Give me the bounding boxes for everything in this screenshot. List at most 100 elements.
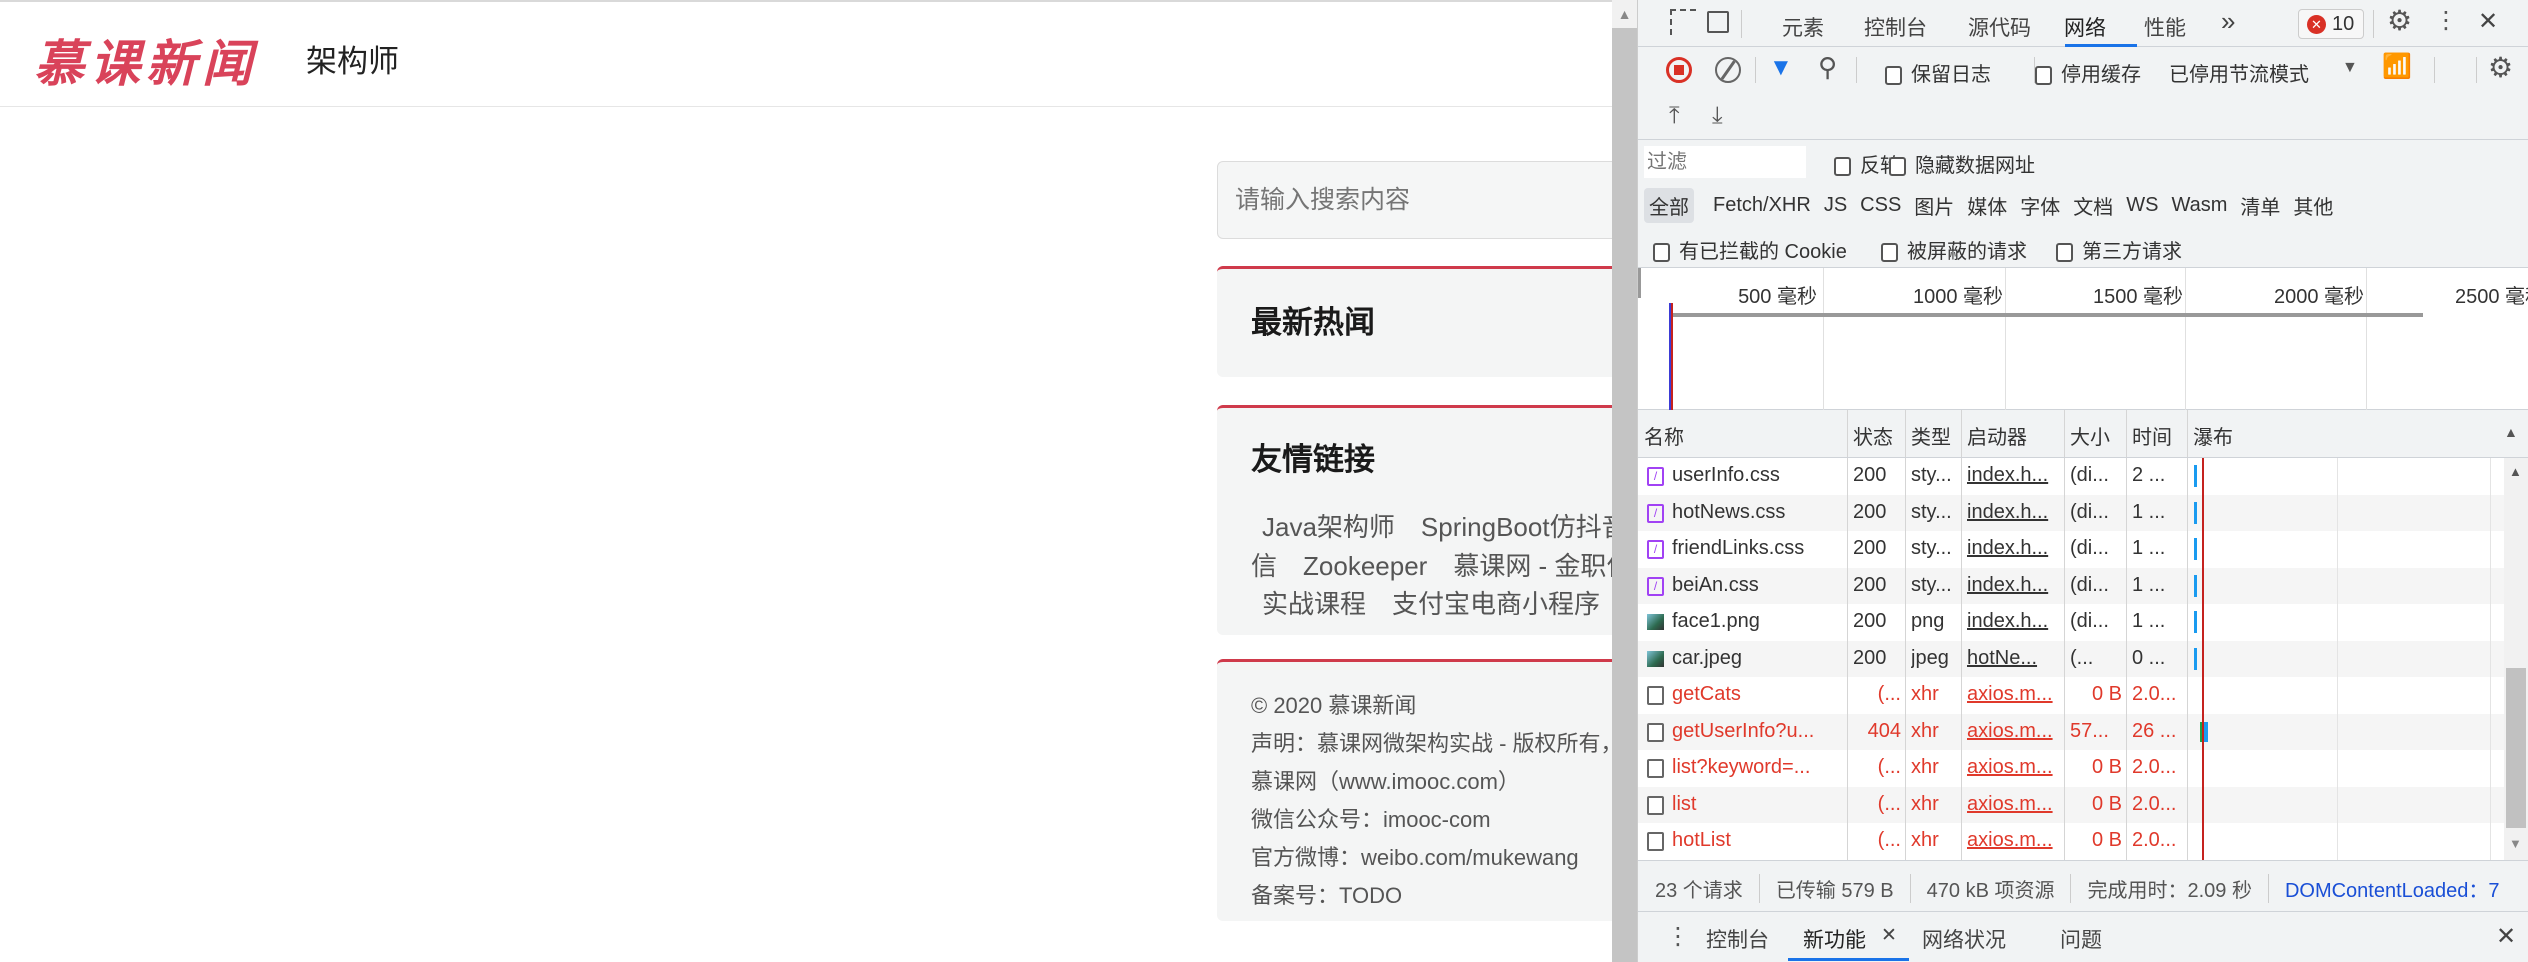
- network-settings-gear-icon[interactable]: ⚙: [2488, 51, 2513, 84]
- drawer-tab-network-conditions[interactable]: 网络状况: [1922, 924, 2006, 954]
- checkbox[interactable]: [1834, 157, 1851, 177]
- cell-initiator[interactable]: index.h...: [1967, 501, 2060, 524]
- filter-icon[interactable]: ▼: [1769, 54, 1793, 82]
- cell-name[interactable]: face1.png: [1672, 610, 1842, 633]
- cell-name[interactable]: friendLinks.css: [1672, 537, 1842, 560]
- checkbox[interactable]: [2056, 243, 2073, 263]
- friend-link[interactable]: 慕课网 - 金职位: [1453, 551, 1612, 581]
- cell-initiator[interactable]: axios.m...: [1967, 720, 2060, 743]
- cell-initiator[interactable]: index.h...: [1967, 464, 2060, 487]
- friend-link[interactable]: 信: [1251, 551, 1277, 581]
- import-har-icon[interactable]: ⤒: [1669, 102, 1680, 130]
- blocked-requests-checkbox[interactable]: 被屏蔽的请求: [1881, 235, 2027, 264]
- type-filter-5[interactable]: 媒体: [1967, 191, 2007, 220]
- cell-name[interactable]: list?keyword=...: [1672, 756, 1842, 779]
- request-row[interactable]: / friendLinks.css 200 sty... index.h... (di..…: [1638, 531, 2504, 568]
- tab-elements[interactable]: 元素: [1782, 12, 1824, 42]
- column-header[interactable]: 名称: [1644, 421, 1684, 450]
- type-filter-8[interactable]: WS: [2126, 194, 2158, 217]
- column-header[interactable]: 时间: [2132, 421, 2172, 450]
- search-icon[interactable]: ⚲: [1818, 52, 1837, 83]
- disable-cache-checkbox[interactable]: 停用缓存: [2035, 58, 2141, 87]
- page-scrollbar[interactable]: ▲: [1612, 0, 1637, 962]
- clear-icon[interactable]: [1715, 57, 1741, 83]
- type-filter-10[interactable]: 清单: [2240, 191, 2280, 220]
- checkbox[interactable]: [1885, 66, 1902, 86]
- cell-initiator[interactable]: axios.m...: [1967, 829, 2060, 852]
- request-row[interactable]: / hotNews.css 200 sty... index.h... (di... 1 .…: [1638, 494, 2504, 531]
- friend-link[interactable]: SpringBoot仿抖音: [1421, 512, 1612, 542]
- cell-initiator[interactable]: axios.m...: [1967, 756, 2060, 779]
- scroll-up-icon[interactable]: ▲: [1612, 0, 1637, 28]
- scroll-up-icon[interactable]: ▲: [2509, 464, 2522, 479]
- close-drawer-icon[interactable]: ✕: [2496, 922, 2516, 951]
- scroll-thumb[interactable]: [2506, 668, 2526, 828]
- type-filter-7[interactable]: 文档: [2073, 191, 2113, 220]
- cell-name[interactable]: hotList: [1672, 829, 1842, 852]
- checkbox[interactable]: [1889, 157, 1906, 177]
- type-filter-1[interactable]: Fetch/XHR: [1713, 194, 1811, 217]
- drawer-tab-console[interactable]: 控制台: [1706, 924, 1769, 954]
- third-party-checkbox[interactable]: 第三方请求: [2056, 235, 2182, 264]
- column-header[interactable]: 启动器: [1967, 421, 2027, 450]
- error-badge[interactable]: ✕ 10: [2298, 9, 2364, 39]
- export-har-icon[interactable]: ⤓: [1712, 102, 1723, 130]
- request-row[interactable]: hotList (... xhr axios.m... 0 B 2.0...: [1638, 823, 2504, 860]
- sort-ascending-icon[interactable]: ▲: [2504, 424, 2518, 440]
- cell-name[interactable]: car.jpeg: [1672, 647, 1842, 670]
- scroll-down-icon[interactable]: ▼: [2509, 836, 2522, 851]
- request-row[interactable]: getUserInfo?u... 404 xhr axios.m... 57... 26 …: [1638, 713, 2504, 750]
- search-input[interactable]: [1217, 161, 1612, 239]
- more-tabs-icon[interactable]: »: [2221, 6, 2235, 37]
- friend-link[interactable]: Java架构师: [1262, 512, 1395, 542]
- cell-initiator[interactable]: hotNe...: [1967, 647, 2060, 670]
- type-filter-11[interactable]: 其他: [2293, 191, 2333, 220]
- cell-initiator[interactable]: index.h...: [1967, 574, 2060, 597]
- throttling-select[interactable]: 已停用节流模式: [2169, 58, 2309, 87]
- type-filter-6[interactable]: 字体: [2020, 191, 2060, 220]
- nav-item-architect[interactable]: 架构师: [306, 36, 399, 81]
- close-tab-icon[interactable]: ✕: [1881, 924, 1897, 947]
- checkbox[interactable]: [2035, 66, 2052, 86]
- chevron-down-icon[interactable]: ▼: [2342, 59, 2358, 77]
- request-row[interactable]: list (... xhr axios.m... 0 B 2.0...: [1638, 786, 2504, 823]
- record-stop-icon[interactable]: [1666, 57, 1692, 83]
- hide-data-urls-checkbox[interactable]: 隐藏数据网址: [1889, 149, 2035, 178]
- blocked-cookies-checkbox[interactable]: 有已拦截的 Cookie: [1653, 235, 1847, 264]
- tab-network[interactable]: 网络: [2064, 12, 2106, 42]
- request-row[interactable]: car.jpeg 200 jpeg hotNe... (... 0 ...: [1638, 640, 2504, 677]
- request-row[interactable]: list?keyword=... (... xhr axios.m... 0 B 2.0.…: [1638, 750, 2504, 787]
- drawer-menu-icon[interactable]: ⋮: [1666, 922, 1690, 951]
- type-filter-0[interactable]: 全部: [1644, 188, 1694, 223]
- type-filter-2[interactable]: JS: [1824, 194, 1847, 217]
- column-header[interactable]: 状态: [1853, 421, 1893, 450]
- cell-name[interactable]: getCats: [1672, 683, 1842, 706]
- friend-link[interactable]: 支付宝电商小程序: [1392, 589, 1600, 619]
- column-header[interactable]: 大小: [2070, 421, 2110, 450]
- drawer-tab-issues[interactable]: 问题: [2060, 924, 2102, 954]
- request-row[interactable]: / userInfo.css 200 sty... index.h... (di... 2 …: [1638, 458, 2504, 495]
- cell-initiator[interactable]: axios.m...: [1967, 793, 2060, 816]
- close-devtools-icon[interactable]: ✕: [2478, 7, 2498, 36]
- column-header[interactable]: 类型: [1911, 421, 1951, 450]
- site-logo[interactable]: 慕课新闻: [34, 24, 258, 96]
- cell-name[interactable]: list: [1672, 793, 1842, 816]
- drawer-tab-whats-new[interactable]: 新功能: [1803, 924, 1866, 954]
- request-row[interactable]: face1.png 200 png index.h... (di... 1 ...: [1638, 604, 2504, 641]
- cell-name[interactable]: beiAn.css: [1672, 574, 1842, 597]
- settings-gear-icon[interactable]: ⚙: [2387, 4, 2412, 37]
- tab-sources[interactable]: 源代码: [1968, 12, 2031, 42]
- cell-name[interactable]: getUserInfo?u...: [1672, 720, 1842, 743]
- request-row[interactable]: getCats (... xhr axios.m... 0 B 2.0...: [1638, 677, 2504, 714]
- cell-initiator[interactable]: index.h...: [1967, 610, 2060, 633]
- cell-name[interactable]: userInfo.css: [1672, 464, 1842, 487]
- checkbox[interactable]: [1881, 243, 1898, 263]
- cell-name[interactable]: hotNews.css: [1672, 501, 1842, 524]
- tab-performance[interactable]: 性能: [2144, 12, 2186, 42]
- table-scrollbar[interactable]: ▲ ▼: [2504, 458, 2528, 860]
- request-row[interactable]: / beiAn.css 200 sty... index.h... (di... 1 ...: [1638, 567, 2504, 604]
- type-filter-4[interactable]: 图片: [1914, 191, 1954, 220]
- checkbox[interactable]: [1653, 243, 1670, 263]
- friend-link[interactable]: 实战课程: [1262, 589, 1366, 619]
- more-options-icon[interactable]: ⋮: [2434, 6, 2458, 35]
